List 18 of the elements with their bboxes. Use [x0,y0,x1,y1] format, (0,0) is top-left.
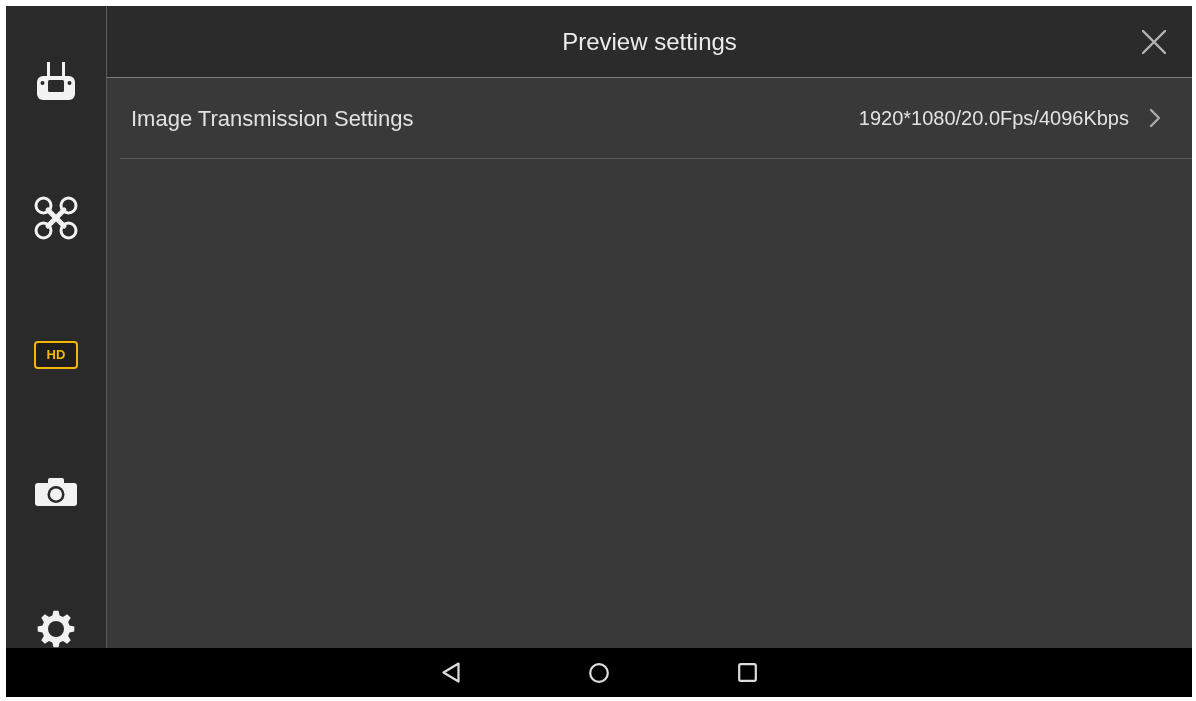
home-icon [589,662,609,683]
sidebar-tab[interactable] [35,477,77,506]
close-icon [1142,29,1166,54]
sidebar-tab[interactable] [34,195,78,240]
sidebar-tab[interactable]: HD [34,340,78,369]
close-button[interactable] [1142,29,1166,54]
drone-icon [34,195,78,240]
camera-icon [35,477,77,506]
recents-icon [737,663,757,682]
setting-value: 1920*1080/20.0Fps/4096Kbps [858,106,1129,131]
page-title: Preview settings [562,26,737,57]
remote-controller-icon [36,60,76,101]
chevron-icon [1149,108,1161,128]
back-icon [442,662,460,683]
settings-row[interactable]: Image Transmission Settings 1920*1080/20.0Fps/4096Kbps [120,78,1192,159]
sidebar-tab[interactable] [36,60,76,101]
setting-label: Image Transmission Settings [131,104,414,133]
sidebar-tab[interactable] [37,609,75,648]
